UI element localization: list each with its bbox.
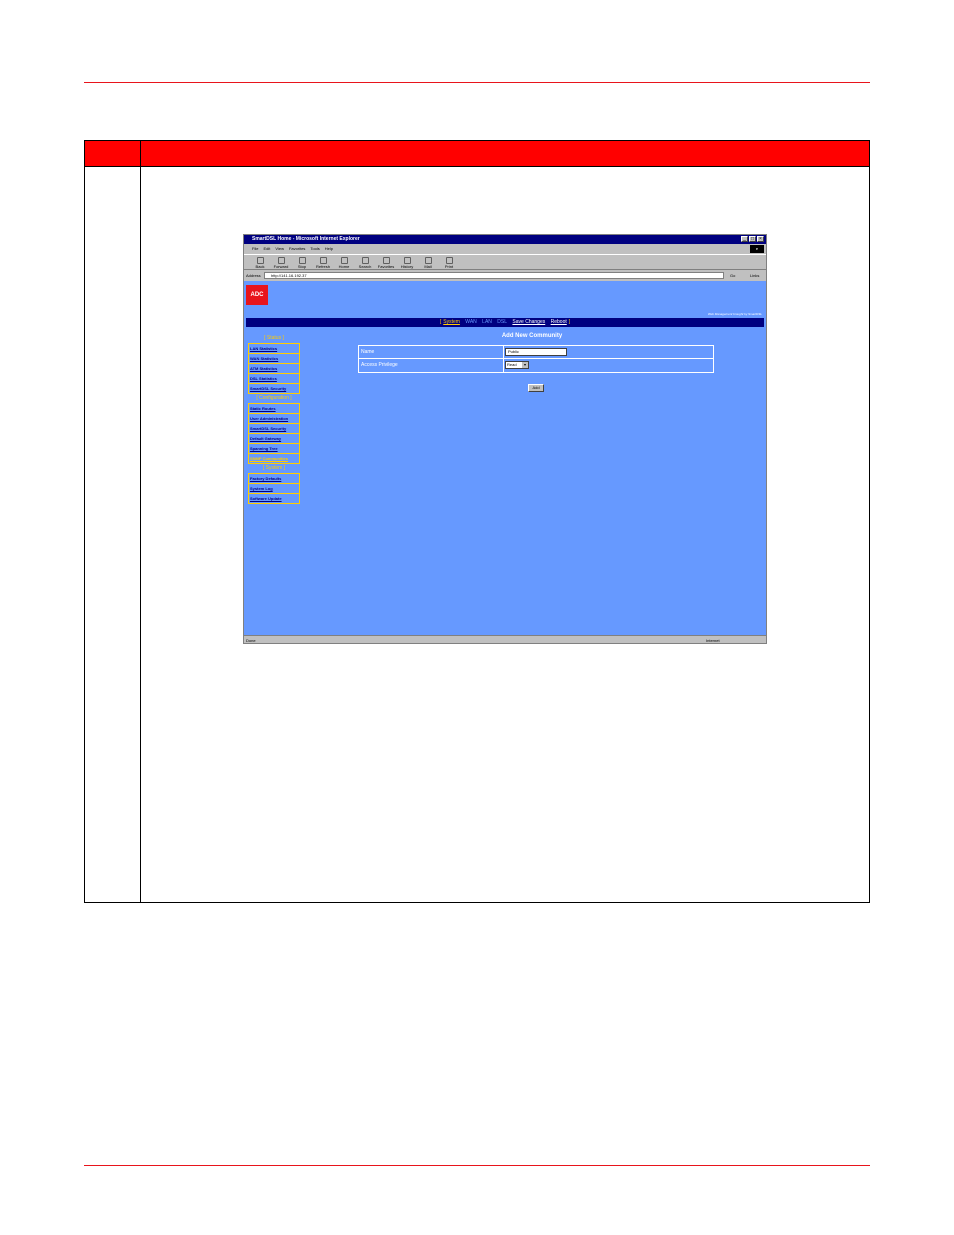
address-bar: Address http://141.16.192.37 Go Links — [244, 271, 766, 280]
minimize-icon[interactable]: _ — [741, 236, 748, 242]
address-input[interactable]: http://141.16.192.37 — [264, 272, 724, 279]
back-icon — [256, 257, 264, 264]
browser-toolbar: Back Forward Stop Refresh Home Search Fa… — [244, 254, 766, 270]
search-button[interactable]: Search — [357, 255, 373, 269]
sidebar-item-factory-defaults[interactable]: Factory Defaults — [248, 473, 300, 484]
address-label: Address — [246, 273, 261, 278]
sidebar-head-status: [ Status ] — [264, 335, 284, 341]
menu-file[interactable]: File — [252, 244, 258, 253]
close-icon[interactable]: × — [757, 236, 764, 242]
table-header-row — [85, 141, 869, 167]
print-button[interactable]: Print — [441, 255, 457, 269]
step-column-divider — [140, 141, 141, 902]
nav-lan[interactable]: LAN — [482, 319, 492, 325]
sidebar-item-static-routes[interactable]: Static Routes — [248, 403, 300, 414]
nav-dsl[interactable]: DSL — [497, 319, 507, 325]
menu-help[interactable]: Help — [325, 244, 333, 253]
name-cell: Public — [504, 346, 713, 358]
menu-view[interactable]: View — [275, 244, 284, 253]
privilege-value: Read — [507, 362, 517, 367]
nav-system[interactable]: System — [443, 319, 460, 325]
history-button[interactable]: History — [399, 255, 415, 269]
sidebar-head-configuration: [ Configuration ] — [256, 395, 292, 401]
sidebar: [ Status ] LAN Statistics WAN Statistics… — [248, 334, 300, 504]
mail-button[interactable]: Mail — [420, 255, 436, 269]
sidebar-item-software-update[interactable]: Software Update — [248, 494, 300, 504]
privilege-cell: Read ▾ — [504, 359, 713, 372]
forward-button[interactable]: Forward — [273, 255, 289, 269]
nav-wan[interactable]: WAN — [465, 319, 476, 325]
favorites-icon — [382, 257, 390, 264]
forward-icon — [277, 257, 285, 264]
sidebar-item-config-security[interactable]: SmartDSL Security — [248, 424, 300, 434]
sidebar-item-spanning-tree[interactable]: Spanning Tree — [248, 444, 300, 454]
refresh-icon — [319, 257, 327, 264]
home-button[interactable]: Home — [336, 255, 352, 269]
menu-favorites[interactable]: Favorites — [289, 244, 305, 253]
sidebar-item-status-security[interactable]: SmartDSL Security — [248, 384, 300, 394]
window-controls: _ □ × — [741, 236, 764, 242]
maximize-icon[interactable]: □ — [749, 236, 756, 242]
sidebar-item-user-administration[interactable]: User Administration — [248, 414, 300, 424]
sidebar-item-system-log[interactable]: System Log — [248, 484, 300, 494]
status-text: Done — [246, 638, 256, 643]
mail-icon — [424, 257, 432, 264]
header-rule — [84, 82, 870, 83]
home-icon — [340, 257, 348, 264]
name-label: Name — [359, 346, 504, 358]
favorites-button[interactable]: Favorites — [378, 255, 394, 269]
tagline: Web Management brought by SmartDSL — [707, 312, 762, 316]
menu-tools[interactable]: Tools — [310, 244, 319, 253]
print-icon — [445, 257, 453, 264]
status-bar: Done Internet — [244, 635, 766, 643]
chevron-down-icon[interactable]: ▾ — [522, 362, 528, 368]
refresh-button[interactable]: Refresh — [315, 255, 331, 269]
ie-logo-icon: e — [750, 245, 764, 253]
nav-reboot[interactable]: Reboot — [551, 319, 567, 325]
menu-edit[interactable]: Edit — [263, 244, 270, 253]
sidebar-item-atm-statistics[interactable]: ATM Statistics — [248, 364, 300, 374]
back-button[interactable]: Back — [252, 255, 268, 269]
web-page: ADC Web Management brought by SmartDSL [… — [244, 281, 766, 635]
top-nav: [System WAN LAN DSL Save Changes Reboot] — [246, 318, 764, 327]
links-button[interactable]: Links — [750, 271, 759, 280]
menu-bar: File Edit View Favorites Tools Help — [244, 244, 766, 253]
form-row-privilege: Access Privilege Read ▾ — [359, 359, 713, 372]
privilege-select[interactable]: Read ▾ — [505, 361, 529, 369]
name-input[interactable]: Public — [505, 348, 567, 356]
window-title: SmartDSL Home - Microsoft Internet Explo… — [244, 235, 766, 244]
zone-text: Internet — [706, 638, 720, 643]
form-title: Add New Community — [501, 333, 563, 339]
search-icon — [361, 257, 369, 264]
stop-button[interactable]: Stop — [294, 255, 310, 269]
form-row-name: Name Public — [359, 346, 713, 359]
sidebar-item-dsl-statistics[interactable]: DSL Statistics — [248, 374, 300, 384]
sidebar-item-snmp-communities[interactable]: SNMP Communities — [248, 454, 300, 464]
go-button[interactable]: Go — [730, 271, 735, 280]
sidebar-item-lan-statistics[interactable]: LAN Statistics — [248, 343, 300, 354]
sidebar-item-wan-statistics[interactable]: WAN Statistics — [248, 354, 300, 364]
browser-screenshot: SmartDSL Home - Microsoft Internet Explo… — [243, 234, 767, 644]
community-form: Name Public Access Privilege Read ▾ — [358, 345, 714, 373]
footer-rule — [84, 1165, 870, 1166]
history-icon — [403, 257, 411, 264]
privilege-label: Access Privilege — [359, 359, 504, 372]
sidebar-head-system: [ System ] — [262, 465, 286, 471]
stop-icon — [298, 257, 306, 264]
adc-logo: ADC — [246, 285, 268, 305]
sidebar-item-default-gateway[interactable]: Default Gateway — [248, 434, 300, 444]
nav-save-changes[interactable]: Save Changes — [512, 319, 545, 325]
add-button[interactable]: Add — [528, 384, 544, 392]
